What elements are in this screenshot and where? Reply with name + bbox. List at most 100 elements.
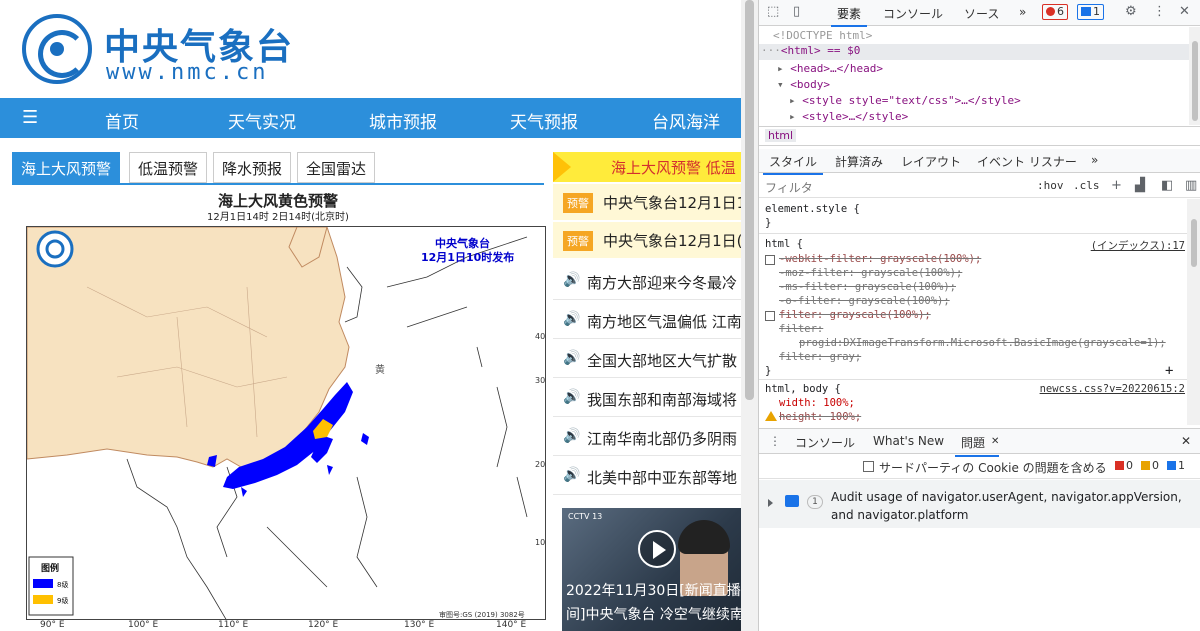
news-item[interactable]: 🔊 我国东部和南部海域将 [553, 379, 741, 417]
video-thumbnail[interactable]: CCTV 13 2022年11月30日[新闻直播 间]中央气象台 冷空气继续南 [562, 508, 741, 631]
property-checkbox[interactable] [765, 255, 775, 265]
rule2-selector[interactable]: html, body { [765, 383, 841, 395]
add-property-icon[interactable]: + [1165, 363, 1173, 379]
news-item[interactable]: 🔊 全国大部地区大气扩散 [553, 340, 741, 378]
play-icon[interactable] [638, 530, 676, 568]
news-text[interactable]: 南方地区气温偏低 江南 [587, 311, 741, 332]
drawer-tab-console[interactable]: コンソール [795, 434, 855, 451]
third-party-checkbox[interactable] [863, 461, 874, 472]
tab-computed[interactable]: 計算済み [835, 153, 883, 170]
device-toggle-icon[interactable]: ▯ [793, 5, 807, 19]
css-property[interactable]: -o-filter: grayscale(100%); [779, 295, 950, 307]
css-property[interactable]: progid:DXImageTransform.Microsoft.BasicI… [799, 337, 1166, 349]
news-text[interactable]: 全国大部地区大气扩散 [587, 350, 737, 371]
filter-input[interactable]: フィルタ [765, 179, 813, 196]
channel-logo: CCTV 13 [568, 512, 603, 521]
rule2-source-link[interactable]: newcss.css?v=20220615:2 [1040, 383, 1185, 395]
tab-low-temp[interactable]: 低温预警 [129, 152, 208, 183]
close-icon[interactable]: ✕ [1179, 5, 1193, 19]
warning-news-item[interactable]: 预警 中央气象台12月1日1 [553, 184, 741, 220]
close-drawer-icon[interactable]: ✕ [1181, 434, 1191, 448]
css-property[interactable]: filter: gray; [779, 351, 861, 363]
tab-sea-gale[interactable]: 海上大风预警 [12, 152, 121, 183]
issue-row[interactable]: 1 Audit usage of navigator.userAgent, na… [759, 480, 1200, 528]
more-tabs-icon[interactable]: » [1019, 5, 1026, 19]
warning-news-text[interactable]: 中央气象台12月1日1 [603, 192, 741, 213]
add-rule-icon[interactable]: + [1111, 178, 1122, 193]
nav-item-city-forecast[interactable]: 城市预报 [369, 108, 437, 133]
tab-precipitation[interactable]: 降水预报 [213, 152, 292, 183]
news-item[interactable]: 🔊 北美中部中亚东部等地 [553, 457, 741, 495]
dom-node-style[interactable]: ▸ <style>…</style> [789, 110, 908, 125]
inspect-cursor-icon[interactable]: ⬚ [767, 5, 781, 19]
more-subtabs-icon[interactable]: » [1091, 153, 1098, 167]
error-count-badge[interactable]: 6 [1042, 4, 1068, 20]
issue-count-info[interactable]: 1 [1167, 459, 1185, 472]
nav-item-weather-forecast[interactable]: 天气预报 [510, 108, 578, 133]
css-property[interactable]: height: 100%; [779, 411, 861, 423]
news-item[interactable]: 🔊 南方大部迎来今冬最冷 [553, 262, 741, 300]
drawer-menu-icon[interactable]: ⋮ [769, 434, 781, 448]
message-count-badge[interactable]: 1 [1077, 4, 1104, 20]
warning-news-text[interactable]: 中央气象台12月1日( [603, 230, 741, 251]
collapse-icon[interactable]: ▥ [1185, 178, 1197, 193]
news-text[interactable]: 我国东部和南部海域将 [587, 389, 737, 410]
hamburger-icon[interactable]: ☰ [22, 107, 38, 128]
element-style-selector[interactable]: element.style { [765, 203, 860, 215]
tab-sources[interactable]: ソース [964, 5, 999, 22]
tab-layout[interactable]: レイアウト [901, 153, 961, 170]
tab-console[interactable]: コンソール [883, 5, 943, 22]
nav-item-typhoon-ocean[interactable]: 台风海洋 [652, 108, 720, 133]
nmc-logo-icon[interactable] [22, 14, 92, 84]
styles-scrollbar-thumb[interactable] [1191, 219, 1197, 267]
dom-node-html[interactable]: ···<html> == $0 [759, 44, 1189, 60]
news-item[interactable]: 🔊 南方地区气温偏低 江南 [553, 301, 741, 339]
news-item[interactable]: 🔊 江南华南北部仍多阴雨 [553, 418, 741, 456]
tab-elements[interactable]: 要素 [830, 5, 868, 27]
rule1-selector[interactable]: html { [765, 238, 803, 250]
dom-node-style[interactable]: ▸ <style style="text/css">…</style> [789, 94, 1021, 110]
tab-styles[interactable]: スタイル [762, 153, 824, 175]
drawer-tab-issues[interactable]: 問題 [954, 434, 1000, 457]
property-checkbox[interactable] [765, 311, 775, 321]
news-text[interactable]: 南方大部迎来今冬最冷 [587, 272, 737, 293]
warning-map[interactable]: 黄 中央气象台 12月1日10时发布 40 30 20 10 图例 8级 9级 [26, 226, 546, 620]
nav-item-observations[interactable]: 天气实况 [228, 108, 296, 133]
close-brace: } [765, 217, 772, 229]
dom-scrollbar[interactable] [1189, 27, 1200, 125]
paint-brush-icon[interactable]: ▟ [1135, 178, 1145, 193]
devtools-toolbar: ⬚ ▯ 要素 コンソール ソース » 6 1 ⚙ ⋮ ✕ [759, 0, 1200, 27]
css-property[interactable]: -moz-filter: grayscale(100%); [779, 267, 962, 279]
page-scrollbar[interactable] [741, 0, 758, 631]
rule1-source-link[interactable]: (インデックス):17 [1091, 238, 1185, 253]
settings-gear-icon[interactable]: ⚙ [1125, 5, 1139, 19]
drawer-tab-whats-new[interactable]: What's New [873, 434, 944, 448]
css-property[interactable]: -webkit-filter: grayscale(100%); [779, 253, 981, 265]
issue-count-warnings[interactable]: 0 [1141, 459, 1159, 472]
tab-radar[interactable]: 全国雷达 [297, 152, 376, 183]
news-text[interactable]: 江南华南北部仍多阴雨 [587, 428, 737, 449]
expand-arrow-icon[interactable] [768, 499, 773, 507]
breadcrumb-html[interactable]: html [765, 129, 797, 142]
kebab-menu-icon[interactable]: ⋮ [1153, 5, 1167, 19]
page-scrollbar-thumb[interactable] [745, 0, 754, 400]
dom-node-body[interactable]: ▾ <body> [777, 78, 830, 94]
news-text[interactable]: 北美中部中亚东部等地 [587, 467, 737, 488]
styles-scrollbar[interactable] [1187, 199, 1200, 425]
dom-node-doctype[interactable]: <!DOCTYPE html> [773, 29, 872, 45]
close-tab-icon[interactable]: ✕ [991, 436, 999, 447]
dom-scrollbar-thumb[interactable] [1192, 41, 1198, 121]
alert-ticker[interactable]: 海上大风预警 低温 [553, 152, 741, 182]
nav-item-home[interactable]: 首页 [105, 108, 139, 133]
css-property[interactable]: filter: [779, 323, 823, 335]
issue-count-errors[interactable]: 0 [1115, 459, 1133, 472]
warning-news-item[interactable]: 预警 中央气象台12月1日( [553, 222, 741, 258]
hov-toggle[interactable]: :hov [1037, 179, 1064, 192]
css-property[interactable]: -ms-filter: grayscale(100%); [779, 281, 956, 293]
cls-toggle[interactable]: .cls [1073, 179, 1100, 192]
tab-event-listeners[interactable]: イベント リスナー [977, 153, 1077, 170]
css-property[interactable]: filter: grayscale(100%); [779, 309, 931, 321]
css-property[interactable]: width: 100%; [779, 397, 855, 409]
toggle-sidebar-icon[interactable]: ◧ [1161, 178, 1173, 193]
dom-node-head[interactable]: ▸ <head>…</head> [777, 62, 883, 78]
